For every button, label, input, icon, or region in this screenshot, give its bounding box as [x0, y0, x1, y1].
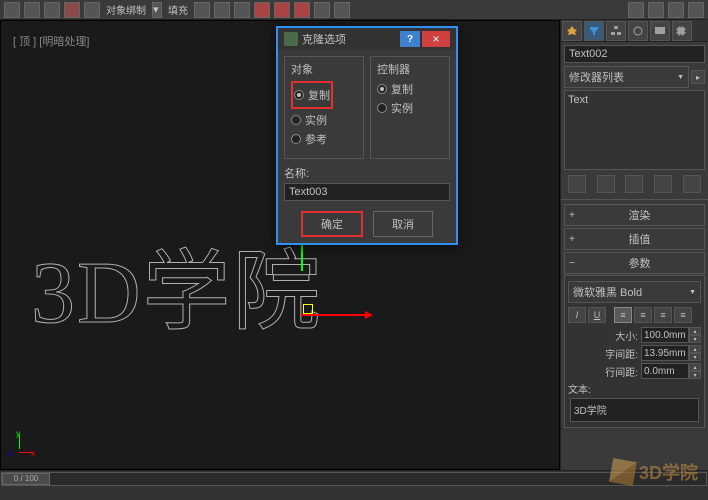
tool-icon[interactable] — [314, 2, 330, 18]
time-slider[interactable]: 0 / 100 — [1, 472, 707, 486]
kerning-label: 字间距: — [568, 346, 638, 361]
name-input[interactable] — [284, 183, 450, 201]
dialog-titlebar[interactable]: 克隆选项 ? × — [278, 28, 456, 50]
tool-icon[interactable] — [294, 2, 310, 18]
object-name-input[interactable] — [564, 45, 705, 63]
controller-group: 控制器 复制 实例 — [370, 56, 450, 159]
size-label: 大小: — [568, 328, 638, 343]
params-section: 微软雅黑 Bold I U ≡ ≡ ≡ ≡ 大小: ▴▾ 字间距: — [564, 275, 705, 428]
tool-icon[interactable] — [44, 2, 60, 18]
tool-icon[interactable] — [254, 2, 270, 18]
stack-item[interactable]: Text — [568, 94, 701, 106]
tool-icon[interactable] — [214, 2, 230, 18]
rollout-interp[interactable]: +插值 — [564, 228, 705, 250]
radio-copy[interactable]: 复制 — [294, 87, 330, 103]
spinner-up-icon[interactable]: ▴ — [689, 363, 701, 371]
modifier-config-button[interactable]: ▸ — [691, 70, 705, 84]
help-button[interactable]: ? — [400, 31, 420, 47]
rollout-render[interactable]: +渲染 — [564, 204, 705, 226]
radio-icon — [294, 90, 304, 100]
tool-icon[interactable] — [84, 2, 100, 18]
configure-sets-icon[interactable] — [683, 175, 701, 193]
dropdown-icon[interactable]: ▾ — [152, 2, 162, 18]
tool-icon[interactable] — [628, 2, 644, 18]
underline-button[interactable]: U — [588, 307, 606, 323]
modifier-list-dropdown[interactable]: 修改器列表 — [564, 66, 689, 88]
text-input[interactable]: 3D学院 — [570, 398, 699, 422]
create-tab[interactable] — [562, 21, 582, 41]
dialog-icon — [284, 32, 298, 46]
show-end-result-icon[interactable] — [597, 175, 615, 193]
radio-ctrl-instance[interactable]: 实例 — [377, 100, 443, 116]
remove-modifier-icon[interactable] — [654, 175, 672, 193]
make-unique-icon[interactable] — [625, 175, 643, 193]
cancel-button[interactable]: 取消 — [373, 211, 433, 237]
align-left-icon[interactable]: ≡ — [614, 307, 632, 323]
hierarchy-tab[interactable] — [606, 21, 626, 41]
spinner-up-icon[interactable]: ▴ — [689, 327, 701, 335]
spinner-down-icon[interactable]: ▾ — [689, 371, 701, 379]
modify-tab[interactable] — [584, 21, 604, 41]
radio-icon — [291, 134, 301, 144]
font-dropdown[interactable]: 微软雅黑 Bold — [568, 281, 701, 303]
spinner-down-icon[interactable]: ▾ — [689, 335, 701, 343]
pin-stack-icon[interactable] — [568, 175, 586, 193]
controller-group-title: 控制器 — [377, 61, 443, 77]
viewport-label[interactable]: [ 顶 ] [明暗处理] — [13, 33, 89, 49]
command-panel-tabs — [561, 20, 708, 42]
tool-icon[interactable] — [274, 2, 290, 18]
kerning-spinner[interactable]: ▴▾ — [641, 345, 701, 361]
object-group: 对象 复制 实例 参考 — [284, 56, 364, 159]
fill-label: 填充 — [166, 2, 190, 17]
clone-options-dialog: 克隆选项 ? × 对象 复制 实例 参考 — [276, 26, 458, 245]
tool-icon[interactable] — [64, 2, 80, 18]
timeline-bar: 0 / 100 — [0, 470, 708, 500]
utilities-tab[interactable] — [672, 21, 692, 41]
name-label: 名称: — [284, 165, 450, 181]
radio-instance[interactable]: 实例 — [291, 112, 357, 128]
leading-label: 行间距: — [568, 364, 638, 379]
tool-icon[interactable] — [334, 2, 350, 18]
tool-icon[interactable] — [234, 2, 250, 18]
modifier-stack[interactable]: Text — [564, 90, 705, 170]
italic-button[interactable]: I — [568, 307, 586, 323]
leading-spinner[interactable]: ▴▾ — [641, 363, 701, 379]
tool-icon[interactable] — [4, 2, 20, 18]
rollout-params[interactable]: −参数 — [564, 252, 705, 274]
radio-icon — [291, 115, 301, 125]
command-panel: 修改器列表 ▸ Text +渲染 +插值 −参数 — [560, 20, 708, 470]
time-marker[interactable]: 0 / 100 — [2, 473, 50, 485]
transform-gizmo[interactable] — [291, 236, 371, 316]
tool-icon[interactable] — [194, 2, 210, 18]
axis-xy-plane[interactable] — [303, 304, 313, 314]
object-group-title: 对象 — [291, 61, 357, 77]
main-toolbar: 对象绑制 ▾ 填充 — [0, 0, 708, 20]
watermark: 3D学院 — [611, 459, 698, 485]
tool-icon[interactable] — [24, 2, 40, 18]
axis-x[interactable] — [301, 314, 371, 316]
display-tab[interactable] — [650, 21, 670, 41]
size-spinner[interactable]: ▴▾ — [641, 327, 701, 343]
align-justify-icon[interactable]: ≡ — [674, 307, 692, 323]
stack-tools — [561, 172, 708, 196]
radio-icon — [377, 84, 387, 94]
radio-reference[interactable]: 参考 — [291, 131, 357, 147]
align-center-icon[interactable]: ≡ — [634, 307, 652, 323]
watermark-cube-icon — [609, 458, 637, 486]
dialog-title: 克隆选项 — [302, 31, 400, 47]
tool-icon[interactable] — [648, 2, 664, 18]
close-button[interactable]: × — [422, 31, 450, 47]
motion-tab[interactable] — [628, 21, 648, 41]
ok-button[interactable]: 确定 — [301, 211, 363, 237]
spinner-down-icon[interactable]: ▾ — [689, 353, 701, 361]
spinner-up-icon[interactable]: ▴ — [689, 345, 701, 353]
object-binding-label: 对象绑制 — [104, 2, 148, 17]
timeline-ruler[interactable] — [0, 487, 708, 499]
tool-icon[interactable] — [688, 2, 704, 18]
radio-ctrl-copy[interactable]: 复制 — [377, 81, 443, 97]
tool-icon[interactable] — [668, 2, 684, 18]
align-right-icon[interactable]: ≡ — [654, 307, 672, 323]
radio-icon — [377, 103, 387, 113]
text-label: 文本: — [568, 381, 701, 396]
